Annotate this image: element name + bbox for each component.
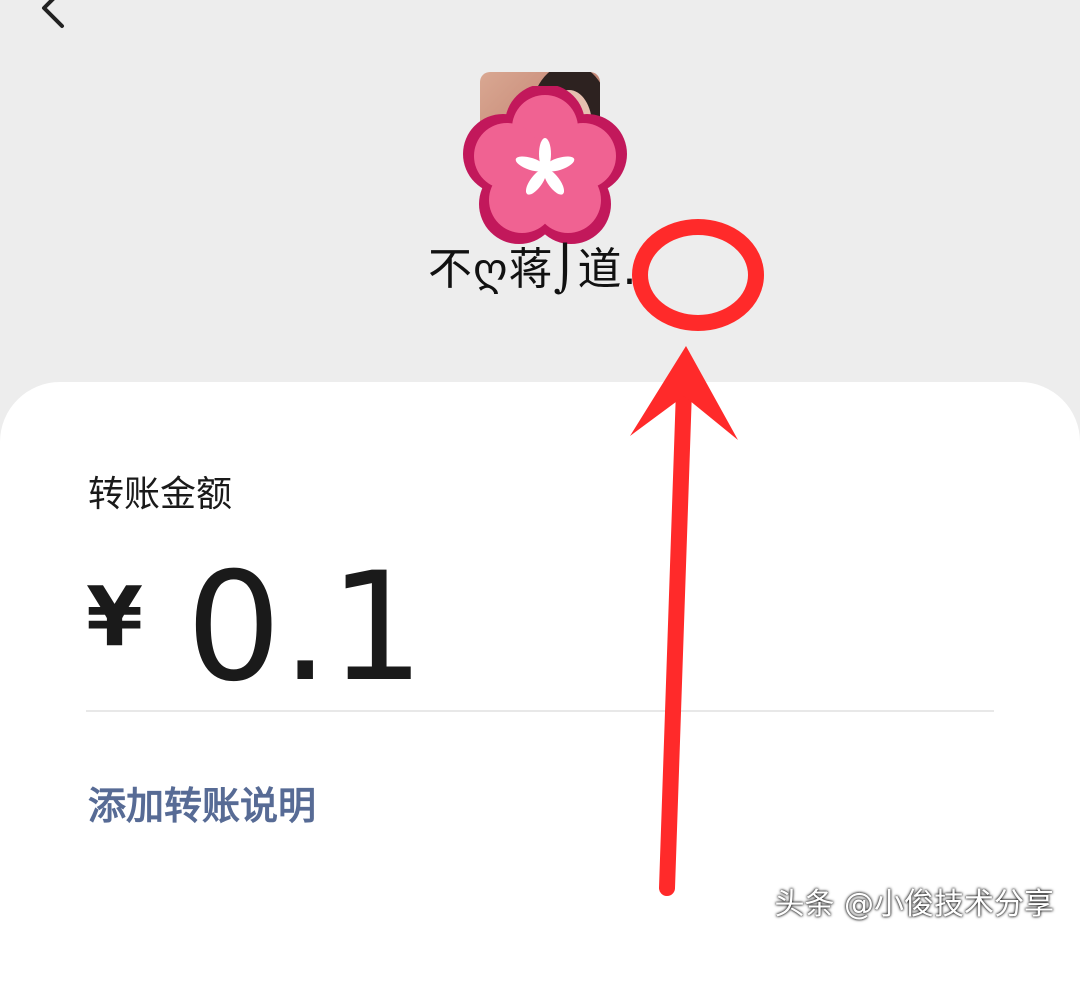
currency-symbol: ¥ — [86, 570, 144, 665]
add-transfer-note-link[interactable]: 添加转账说明 — [88, 780, 316, 832]
amount-input[interactable]: 0.1 — [186, 548, 425, 708]
amount-label: 转账金额 — [88, 474, 233, 515]
payee-name: 不ღ蒋⌡道.. — [428, 244, 653, 295]
back-button[interactable] — [28, 0, 72, 30]
chevron-left-icon — [42, 0, 64, 28]
divider — [86, 710, 994, 712]
watermark: 头条 @小俊技术分享 — [774, 887, 1054, 922]
flower-sticker-icon — [463, 86, 627, 244]
